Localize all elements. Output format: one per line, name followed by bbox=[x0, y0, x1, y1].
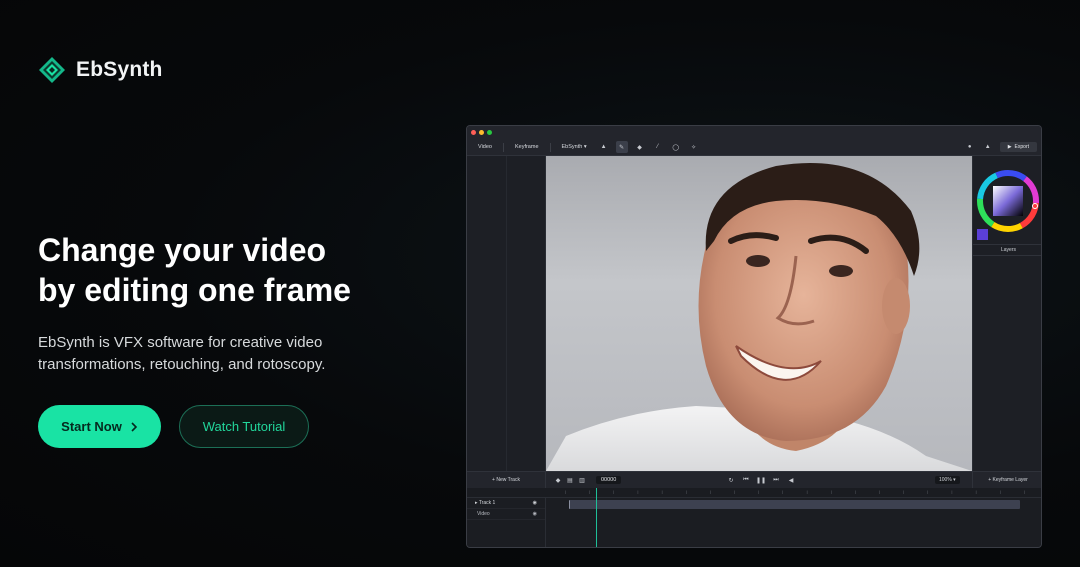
playback-controls: ↻ ⏮ ❚❚ ⏭ ◀ bbox=[725, 474, 797, 486]
track-1-label: Track 1 bbox=[478, 500, 496, 506]
magic-wand-icon[interactable]: ✧ bbox=[688, 141, 700, 153]
layers-tab[interactable]: Layers bbox=[973, 244, 1041, 256]
timeline-tracks: ▸ Track 1 ◉ Video ◉ bbox=[467, 498, 1041, 547]
workarea: Layers bbox=[467, 156, 1042, 471]
eraser-icon[interactable]: ◆ bbox=[634, 141, 646, 153]
brand-name: EbSynth bbox=[76, 58, 163, 81]
skip-forward-icon[interactable]: ⏭ bbox=[770, 474, 782, 486]
play-icon: ▶ bbox=[1007, 144, 1012, 150]
frame-number-input[interactable]: 00000 bbox=[596, 476, 622, 484]
panel-divider bbox=[506, 156, 507, 471]
track-name: Video bbox=[477, 511, 490, 517]
tab-video[interactable]: Video bbox=[473, 144, 497, 150]
eye-icon[interactable]: ◉ bbox=[533, 500, 537, 506]
toolbar-divider bbox=[549, 142, 551, 152]
hero-section: Change your video by editing one frame E… bbox=[38, 230, 438, 376]
close-window-icon[interactable] bbox=[471, 130, 476, 135]
toolbar-right: ● ▲ ▶ Export bbox=[964, 141, 1037, 153]
video-canvas[interactable] bbox=[546, 156, 972, 471]
select-icon[interactable]: ▲ bbox=[598, 141, 610, 153]
new-track-button[interactable]: + New Track bbox=[467, 471, 546, 489]
start-now-label: Start Now bbox=[61, 419, 122, 434]
color-swatch[interactable] bbox=[977, 229, 988, 240]
start-now-button[interactable]: Start Now bbox=[38, 405, 161, 448]
playhead[interactable] bbox=[596, 488, 597, 547]
portrait-image bbox=[546, 163, 972, 471]
model-select[interactable]: EbSynth ▾ bbox=[557, 144, 592, 150]
model-select-value: EbSynth bbox=[561, 144, 583, 150]
ruler-ticks: | | | | | | | | | | | | | | | | | | | | bbox=[565, 490, 1025, 494]
headline-line-1: Change your video bbox=[38, 232, 327, 268]
eye-icon[interactable]: ◉ bbox=[533, 511, 537, 517]
skip-back-icon[interactable]: ⏮ bbox=[740, 474, 752, 486]
headline-line-2: by editing one frame bbox=[38, 272, 351, 308]
minimize-window-icon[interactable] bbox=[479, 130, 484, 135]
brush-icon[interactable]: ✎ bbox=[615, 141, 628, 153]
hero-subtext: EbSynth is VFX software for creative vid… bbox=[38, 332, 378, 376]
keyframe-icon[interactable]: ◆ bbox=[552, 474, 564, 486]
pause-icon[interactable]: ❚❚ bbox=[755, 474, 767, 486]
ebsynth-logo-icon bbox=[38, 56, 66, 84]
trash-icon[interactable]: ▥ bbox=[576, 474, 588, 486]
zoom-select[interactable]: 100% ▾ bbox=[935, 476, 960, 484]
film-icon[interactable]: ▤ bbox=[564, 474, 576, 486]
eyedropper-icon[interactable]: ⁄ bbox=[652, 141, 664, 153]
bell-icon[interactable]: ▲ bbox=[982, 141, 994, 153]
subtext-line-1: EbSynth is VFX software for creative vid… bbox=[38, 334, 323, 351]
window-titlebar bbox=[467, 126, 1041, 139]
app-window-screenshot: Video Keyframe EbSynth ▾ ▲ ✎ ◆ ⁄ ◯ ✧ ● ▲… bbox=[466, 125, 1042, 548]
right-panel: Layers bbox=[972, 156, 1042, 471]
track-name: ▸ Track 1 bbox=[475, 500, 496, 506]
lasso-icon[interactable]: ◯ bbox=[670, 141, 682, 153]
toolbar-divider bbox=[502, 142, 504, 152]
zoom-value: 100% bbox=[939, 477, 952, 483]
track-labels: ▸ Track 1 ◉ Video ◉ bbox=[467, 498, 546, 547]
watch-tutorial-button[interactable]: Watch Tutorial bbox=[179, 405, 309, 448]
user-icon[interactable]: ● bbox=[964, 141, 976, 153]
video-clip[interactable] bbox=[569, 500, 1020, 509]
left-panel bbox=[467, 156, 546, 471]
app-toolbar: Video Keyframe EbSynth ▾ ▲ ✎ ◆ ⁄ ◯ ✧ ● ▲… bbox=[467, 139, 1041, 156]
timeline-ruler[interactable]: | | | | | | | | | | | | | | | | | | | | bbox=[467, 488, 1041, 498]
subtext-line-2: transformations, retouching, and rotosco… bbox=[38, 356, 326, 373]
track-row[interactable]: Video ◉ bbox=[467, 509, 545, 520]
hero-headline: Change your video by editing one frame bbox=[38, 230, 438, 310]
brand-logo[interactable]: EbSynth bbox=[38, 56, 163, 84]
chevron-right-icon bbox=[131, 421, 137, 432]
track-row[interactable]: ▸ Track 1 ◉ bbox=[467, 498, 545, 509]
export-label: Export bbox=[1014, 144, 1029, 150]
loop-icon[interactable]: ↻ bbox=[725, 474, 737, 486]
cta-group: Start Now Watch Tutorial bbox=[38, 405, 309, 448]
export-button[interactable]: ▶ Export bbox=[999, 142, 1037, 152]
playback-bar: + New Track ◆ ▤ ▥ 00000 ↻ ⏮ ❚❚ ⏭ ◀ 100% … bbox=[467, 471, 1041, 489]
tab-keyframe[interactable]: Keyframe bbox=[510, 144, 544, 150]
watch-tutorial-label: Watch Tutorial bbox=[202, 419, 286, 434]
color-wheel-icon[interactable] bbox=[973, 168, 1042, 238]
keyframe-layer-button[interactable]: + Keyframe Layer bbox=[972, 472, 1041, 489]
volume-icon[interactable]: ◀ bbox=[785, 474, 797, 486]
maximize-window-icon[interactable] bbox=[487, 130, 492, 135]
